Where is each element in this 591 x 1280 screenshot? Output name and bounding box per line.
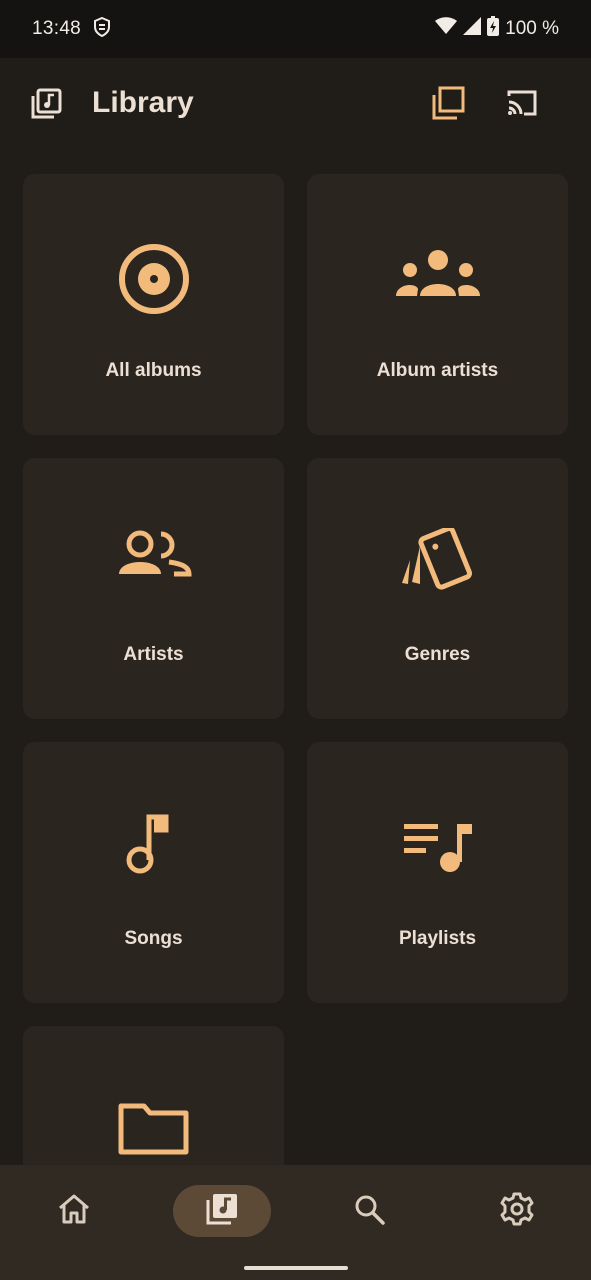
status-time: 13:48 — [32, 18, 82, 39]
people-icon — [114, 528, 194, 608]
bottom-nav — [0, 1165, 591, 1280]
folder-icon — [114, 1096, 194, 1176]
tile-label: Genres — [404, 644, 471, 665]
groups-icon — [393, 244, 483, 324]
tile-playlists[interactable]: Playlists — [307, 742, 568, 1003]
album-icon — [114, 244, 194, 324]
status-bar: 13:48 100 % — [0, 0, 591, 58]
cast-icon — [505, 88, 539, 123]
wifi-icon — [435, 17, 458, 41]
signal-icon — [463, 17, 482, 41]
tile-artists[interactable]: Artists — [23, 458, 284, 719]
page-title: Library — [92, 86, 194, 119]
tile-songs[interactable]: Songs — [23, 742, 284, 1003]
tile-all-albums[interactable]: All albums — [23, 174, 284, 435]
nav-library[interactable] — [173, 1185, 271, 1237]
search-icon — [353, 1193, 385, 1230]
nav-settings[interactable] — [468, 1185, 566, 1237]
tile-label: Songs — [124, 928, 183, 949]
app-bar: Library — [0, 58, 591, 154]
settings-icon — [500, 1192, 534, 1231]
cast-button[interactable] — [500, 83, 544, 127]
music-note-icon — [114, 812, 194, 892]
vpn-shield-icon — [93, 16, 111, 42]
tile-album-artists[interactable]: Album artists — [307, 174, 568, 435]
nav-search[interactable] — [320, 1185, 418, 1237]
battery-percent: 100 % — [505, 18, 559, 39]
home-indicator[interactable] — [244, 1266, 348, 1270]
tile-label: Artists — [123, 644, 184, 665]
playlist-icon — [398, 812, 478, 892]
nav-home[interactable] — [25, 1185, 123, 1237]
home-icon — [57, 1193, 91, 1230]
library-music-icon — [205, 1192, 239, 1231]
library-music-icon — [30, 88, 62, 120]
tile-genres[interactable]: Genres — [307, 458, 568, 719]
tile-label: All albums — [105, 360, 202, 381]
copy-button[interactable] — [426, 83, 470, 127]
battery-icon — [487, 16, 500, 42]
genres-icon — [398, 526, 478, 608]
tile-label: Playlists — [398, 928, 477, 949]
copy-icon — [431, 86, 465, 125]
tile-label: Album artists — [376, 360, 499, 381]
